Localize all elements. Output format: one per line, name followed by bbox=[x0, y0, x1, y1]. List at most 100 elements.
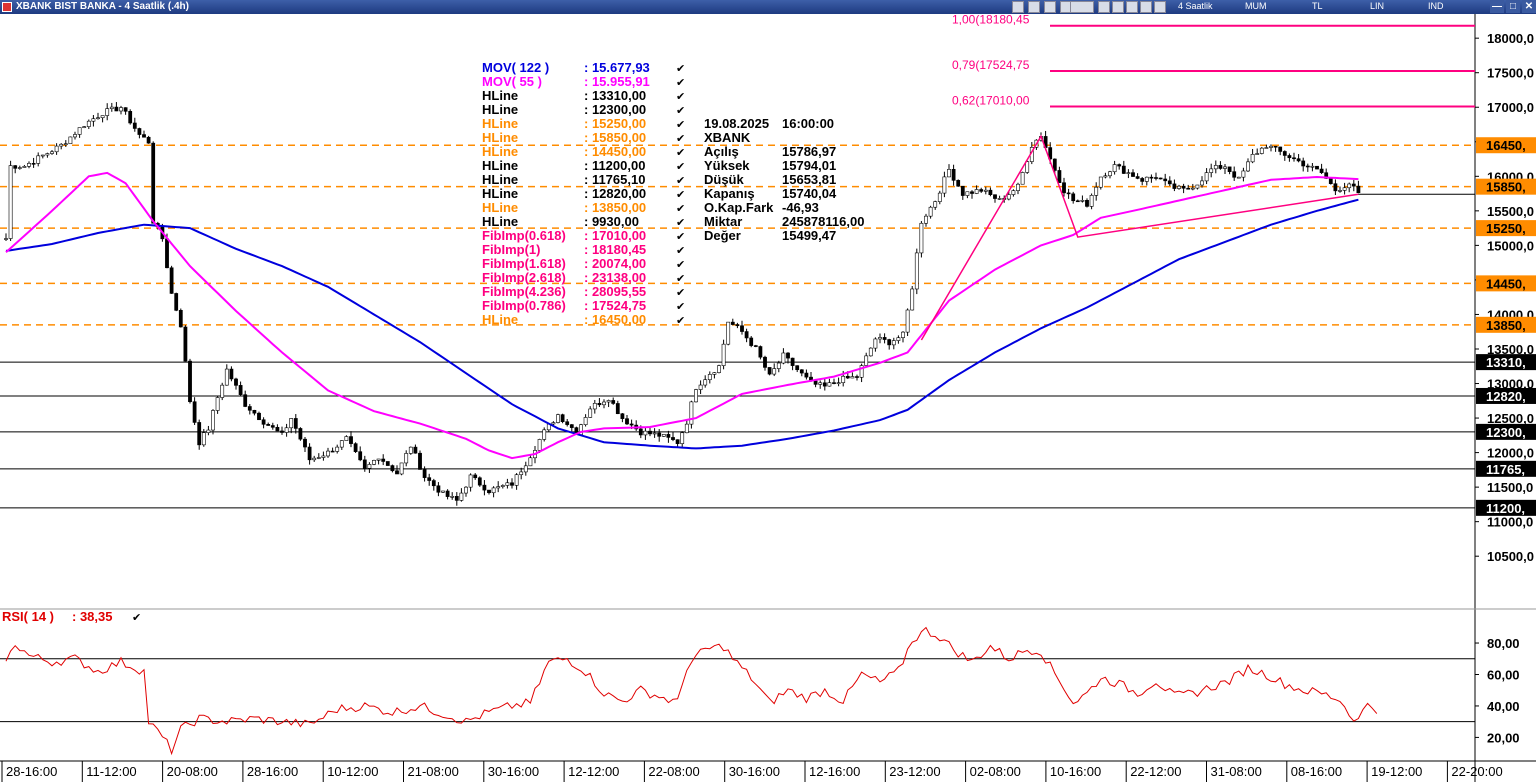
candle-body bbox=[1177, 185, 1181, 189]
candle-body bbox=[367, 464, 372, 469]
candle-body bbox=[1094, 186, 1099, 196]
candle-body bbox=[850, 376, 855, 379]
info-value: 15740,04 bbox=[782, 186, 837, 201]
indicator-selector[interactable]: IND bbox=[1428, 1, 1444, 11]
candle-body bbox=[54, 145, 59, 153]
legend-label: HLine bbox=[482, 88, 518, 103]
candle-body bbox=[1351, 183, 1356, 187]
scale-selector[interactable]: LIN bbox=[1370, 1, 1384, 11]
candle-body bbox=[611, 400, 616, 404]
candle-body bbox=[4, 238, 8, 240]
info-label: Miktar bbox=[704, 214, 742, 229]
maximize-button[interactable]: □ bbox=[1506, 0, 1520, 13]
toolbar-button-7[interactable] bbox=[1112, 1, 1124, 13]
candle-body bbox=[418, 452, 422, 470]
toolbar-button-10[interactable] bbox=[1154, 1, 1166, 13]
hline-price-tag-label: 12820, bbox=[1486, 389, 1526, 404]
legend-value: : 12300,00 bbox=[584, 102, 646, 117]
candle-body bbox=[1296, 158, 1301, 162]
candle-body bbox=[487, 489, 491, 494]
legend-label: FibImp(1) bbox=[482, 242, 541, 257]
candle-body bbox=[257, 412, 261, 421]
candle-body bbox=[597, 403, 602, 406]
legend-check-icon: ✔ bbox=[676, 91, 685, 103]
price-chart[interactable]: 18000,017500,017000,016500,016000,015500… bbox=[0, 14, 1536, 782]
candle-body bbox=[146, 136, 151, 144]
legend-check-icon: ✔ bbox=[676, 119, 685, 131]
legend-label: FibImp(1.618) bbox=[482, 256, 566, 271]
candle-body bbox=[684, 423, 689, 434]
candle-body bbox=[132, 122, 137, 129]
candle-body bbox=[13, 165, 18, 169]
candle-body bbox=[1140, 178, 1145, 182]
candle-body bbox=[974, 189, 979, 194]
toolbar-button-6[interactable] bbox=[1098, 1, 1110, 13]
candle-type-selector[interactable]: MUM bbox=[1245, 1, 1267, 11]
legend-label: HLine bbox=[482, 312, 518, 327]
legend-label: HLine bbox=[482, 200, 518, 215]
candle-body bbox=[349, 436, 353, 444]
toolbar-button-9[interactable] bbox=[1140, 1, 1152, 13]
candle-body bbox=[749, 337, 754, 346]
candle-body bbox=[165, 238, 169, 269]
legend-label: HLine bbox=[482, 158, 518, 173]
candle-body bbox=[648, 430, 652, 435]
candle-body bbox=[832, 382, 836, 384]
candle-body bbox=[1103, 175, 1108, 178]
candle-body bbox=[1269, 145, 1273, 148]
candle-body bbox=[1057, 170, 1062, 184]
candle-body bbox=[45, 153, 50, 156]
candle-body bbox=[1264, 147, 1269, 149]
toolbar-button-3[interactable] bbox=[1044, 1, 1056, 13]
candle-body bbox=[671, 437, 675, 440]
candle-body bbox=[1338, 190, 1342, 192]
candle-body bbox=[36, 155, 41, 164]
rsi-check-icon: ✔ bbox=[132, 612, 141, 624]
candle-body bbox=[289, 418, 294, 429]
candle-body bbox=[744, 331, 749, 339]
candle-body bbox=[602, 401, 606, 406]
candle-body bbox=[427, 477, 432, 481]
candle-body bbox=[1209, 168, 1214, 173]
period-selector[interactable]: 4 Saatlik bbox=[1178, 1, 1213, 11]
candle-body bbox=[1016, 183, 1020, 191]
candle-body bbox=[694, 389, 698, 403]
time-tick-label: 22-20:00 bbox=[1451, 764, 1502, 779]
candle-body bbox=[114, 106, 119, 112]
legend-label: MOV( 122 ) bbox=[482, 60, 549, 75]
candle-body bbox=[390, 465, 395, 472]
candle-body bbox=[735, 324, 740, 327]
candle-body bbox=[211, 410, 215, 431]
candle-body bbox=[896, 337, 901, 341]
price-tick-label: 11000,0 bbox=[1487, 515, 1533, 530]
legend-label: FibImp(0.618) bbox=[482, 228, 566, 243]
candle-body bbox=[551, 422, 556, 425]
legend-value: : 11200,00 bbox=[584, 158, 645, 173]
toolbar-button-2[interactable] bbox=[1028, 1, 1040, 13]
info-label: Kapanış bbox=[704, 186, 755, 201]
candle-body bbox=[353, 443, 358, 452]
currency-selector[interactable]: TL bbox=[1312, 1, 1323, 11]
candle-body bbox=[96, 117, 100, 120]
toolbar-button-1[interactable] bbox=[1012, 1, 1024, 13]
candle-body bbox=[137, 128, 142, 135]
candle-body bbox=[666, 434, 671, 438]
legend-label: HLine bbox=[482, 102, 518, 117]
toolbar-button-5[interactable] bbox=[1070, 1, 1094, 13]
candle-body bbox=[758, 346, 763, 358]
toolbar-button-8[interactable] bbox=[1126, 1, 1138, 13]
candle-body bbox=[1006, 194, 1011, 200]
candle-body bbox=[1098, 176, 1103, 188]
close-button[interactable]: ✕ bbox=[1522, 0, 1536, 13]
candle-body bbox=[740, 325, 744, 332]
candle-body bbox=[385, 461, 390, 466]
candle-body bbox=[910, 288, 915, 311]
candle-body bbox=[855, 376, 859, 378]
candle-body bbox=[220, 384, 225, 398]
legend-label: HLine bbox=[482, 116, 518, 131]
minimize-button[interactable]: — bbox=[1490, 0, 1504, 13]
time-tick-label: 30-16:00 bbox=[729, 764, 780, 779]
candle-body bbox=[1218, 165, 1223, 169]
legend-check-icon: ✔ bbox=[676, 203, 685, 215]
legend-value: : 18180,45 bbox=[584, 242, 646, 257]
